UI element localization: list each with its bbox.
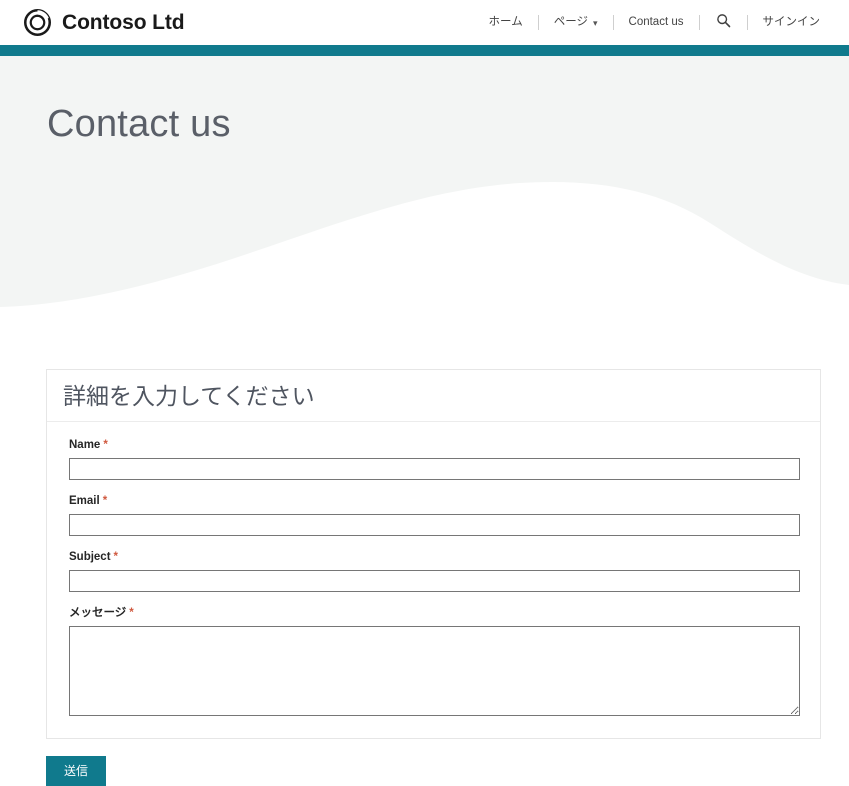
contoso-ring-logo-icon xyxy=(24,9,51,36)
email-input[interactable] xyxy=(69,514,800,537)
search-button[interactable] xyxy=(700,13,747,33)
submit-row: 送信 xyxy=(46,756,849,786)
hero-banner: Contact us xyxy=(0,56,849,321)
main-navigation: ホーム ページ ▾ Contact us サインイン xyxy=(474,0,835,45)
main-content: 詳細を入力してください Name * Email * Subject * メッセ… xyxy=(0,321,849,786)
contact-form: Name * Email * Subject * メッセージ * xyxy=(47,422,820,738)
accent-bar xyxy=(0,45,849,56)
field-name-label: Name * xyxy=(69,438,800,453)
sign-in-label: サインイン xyxy=(762,15,821,28)
subject-input[interactable] xyxy=(69,570,800,593)
required-marker: * xyxy=(129,607,134,620)
sign-in-link[interactable]: サインイン xyxy=(748,15,836,29)
nav-item-home[interactable]: ホーム xyxy=(474,15,538,29)
nav-item-contact-us-label: Contact us xyxy=(628,15,684,28)
submit-button[interactable]: 送信 xyxy=(46,756,107,786)
field-name: Name * xyxy=(69,438,800,481)
chevron-down-icon: ▾ xyxy=(592,18,598,28)
field-message: メッセージ * xyxy=(69,606,800,717)
field-subject: Subject * xyxy=(69,550,800,593)
required-marker: * xyxy=(102,495,108,508)
contact-form-card: 詳細を入力してください Name * Email * Subject * メッセ… xyxy=(46,369,821,740)
page-title: Contact us xyxy=(47,103,231,145)
field-name-label-text: Name xyxy=(69,439,101,452)
search-icon xyxy=(716,13,731,33)
form-title: 詳細を入力してください xyxy=(63,383,315,409)
nav-item-contact-us[interactable]: Contact us xyxy=(614,15,699,29)
nav-item-home-label: ホーム xyxy=(488,15,523,28)
field-email-label-text: Email xyxy=(69,495,100,508)
field-message-label: メッセージ * xyxy=(69,606,800,621)
field-email: Email * xyxy=(69,494,800,537)
brand-name: Contoso Ltd xyxy=(62,10,185,34)
field-message-label-text: メッセージ xyxy=(69,607,127,620)
field-subject-label-text: Subject xyxy=(69,551,111,564)
brand-logo-link[interactable]: Contoso Ltd xyxy=(24,9,185,36)
required-marker: * xyxy=(103,439,108,452)
required-marker: * xyxy=(113,551,119,564)
message-textarea[interactable] xyxy=(69,626,800,717)
hero-wave-decoration xyxy=(0,181,849,321)
field-subject-label: Subject * xyxy=(69,550,800,565)
nav-item-pages[interactable]: ページ ▾ xyxy=(539,15,613,29)
nav-item-pages-label: ページ xyxy=(553,15,588,28)
field-email-label: Email * xyxy=(69,494,800,509)
site-header: Contoso Ltd ホーム ページ ▾ Contact us サインイン xyxy=(0,0,849,45)
name-input[interactable] xyxy=(69,458,800,481)
form-card-header: 詳細を入力してください xyxy=(47,370,820,423)
